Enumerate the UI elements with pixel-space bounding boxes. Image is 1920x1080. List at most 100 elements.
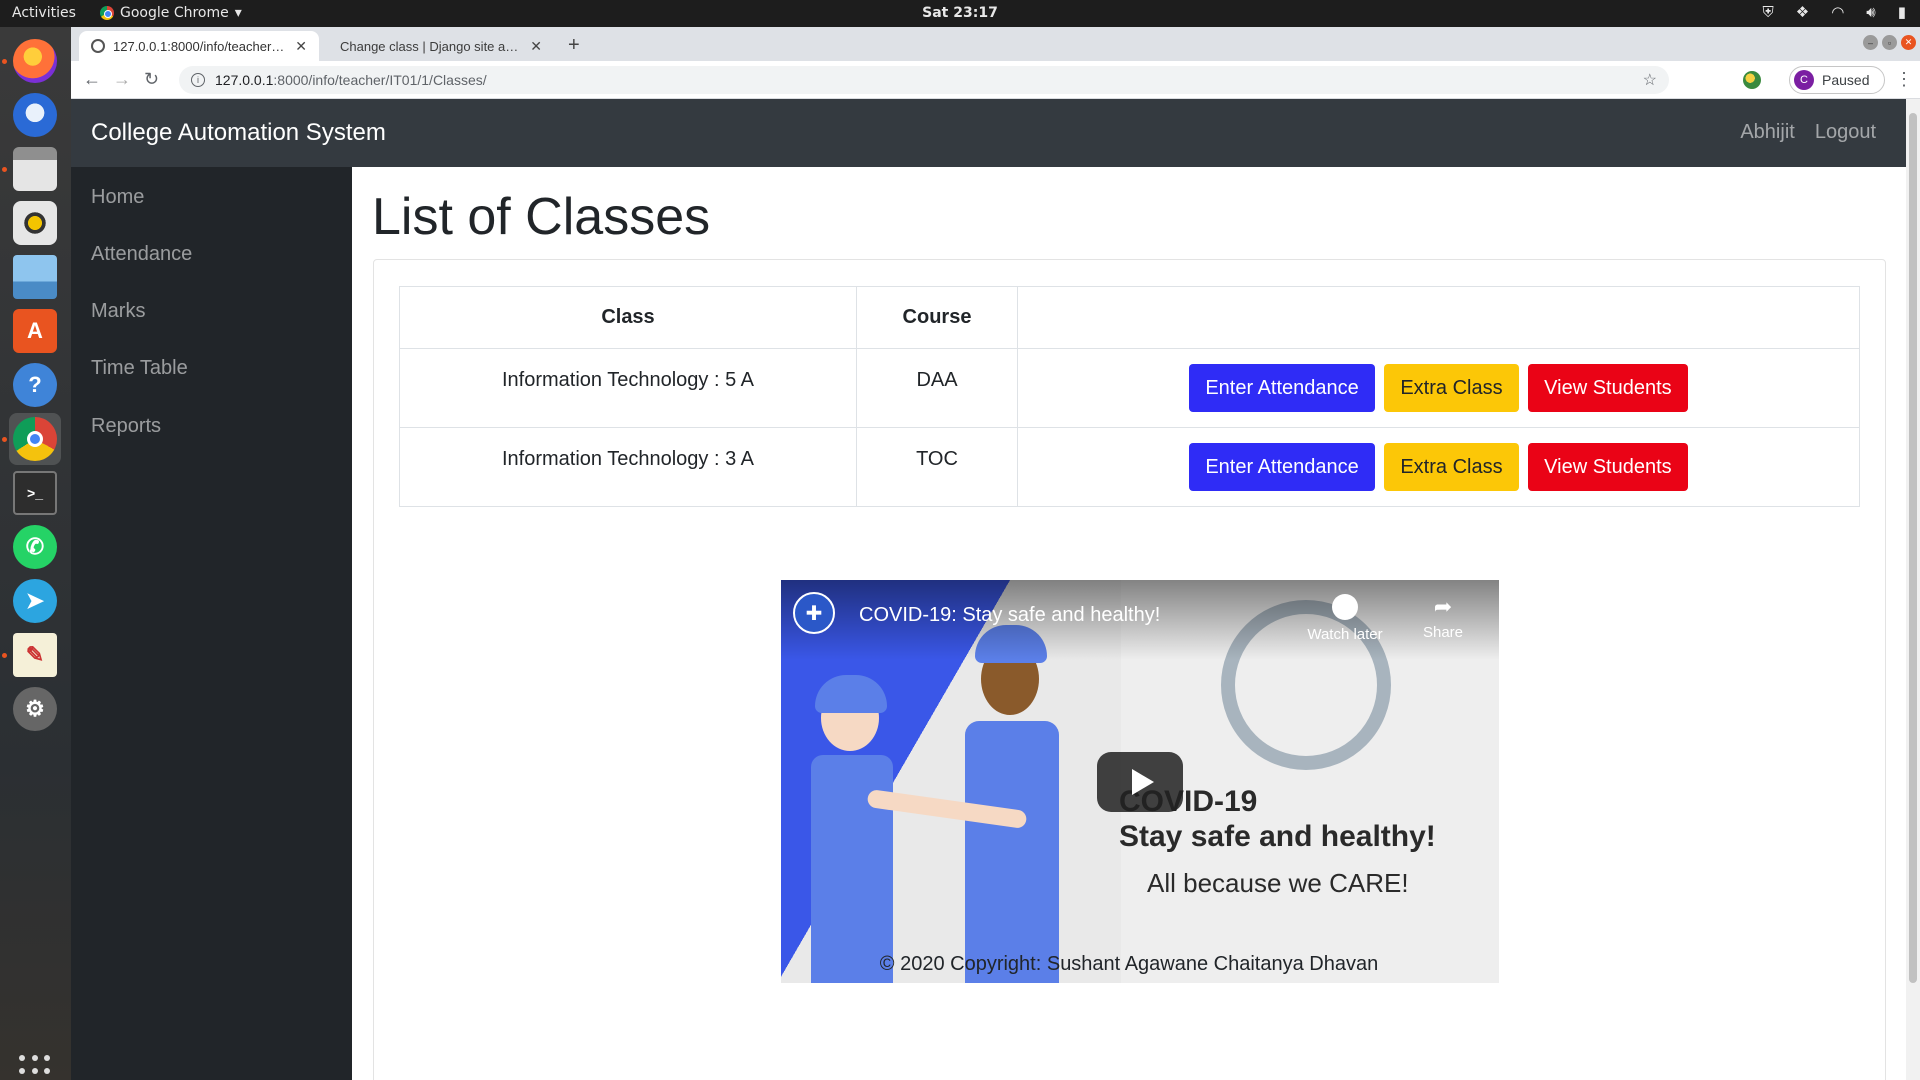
rhythmbox-launcher[interactable] [9,197,61,249]
scrollbar-thumb[interactable] [1909,113,1917,983]
battery-icon[interactable]: ▮ [1898,3,1906,21]
extra-class-button[interactable]: Extra Class [1384,443,1519,491]
tab-title: 127.0.0.1:8000/info/teacher/IT01/1/Class… [113,38,287,54]
new-tab-button[interactable]: + [568,34,580,57]
browser-window: 127.0.0.1:8000/info/teacher/IT01/1/Class… [71,27,1920,1080]
tab-title: Change class | Django site admin [340,38,523,54]
menu-kebab-icon[interactable]: ⋮ [1895,69,1913,90]
text-editor-launcher[interactable]: ✎ [9,629,61,681]
class-cell: Information Technology : 3 A [399,427,857,507]
video-subheadline: Stay safe and healthy! [1119,820,1436,853]
channel-logo-icon[interactable]: ✚ [793,592,835,634]
extra-class-button[interactable]: Extra Class [1384,364,1519,412]
table-row: Information Technology : 3 A TOC Enter A… [399,427,1860,507]
sidebar-item-time-table[interactable]: Time Table [91,357,188,380]
address-bar[interactable]: i 127.0.0.1:8000/info/teacher/IT01/1/Cla… [179,66,1669,94]
play-button[interactable] [1097,752,1183,812]
settings-launcher[interactable]: ⚙ [9,683,61,735]
extension-icon[interactable] [1743,71,1761,89]
help-launcher[interactable]: ? [9,359,61,411]
chrome-launcher[interactable] [9,413,61,465]
forward-arrow-icon[interactable]: → [113,69,131,90]
firefox-icon [13,39,57,83]
firefox-launcher[interactable] [9,35,61,87]
page-scrollbar[interactable] [1906,99,1920,1080]
telegram-icon: ➤ [13,579,57,623]
browser-toolbar: ← → ↻ i 127.0.0.1:8000/info/teacher/IT01… [71,61,1920,99]
youtube-embed[interactable]: ✚ COVID-19: Stay safe and healthy! Watch… [781,580,1499,983]
user-link[interactable]: Abhijit [1740,121,1794,144]
show-apps-icon[interactable] [19,1055,51,1080]
view-students-button[interactable]: View Students [1528,443,1688,491]
terminal-launcher[interactable]: >_ [9,467,61,519]
notepad-icon: ✎ [13,633,57,677]
site-brand[interactable]: College Automation System [91,119,386,147]
maximize-icon[interactable]: ▫ [1882,35,1897,50]
thunderbird-launcher[interactable] [9,89,61,141]
url-host: 127.0.0.1 [215,72,274,88]
enter-attendance-button[interactable]: Enter Attendance [1189,364,1375,412]
page-favicon-icon [91,39,105,53]
speaker-icon [13,201,57,245]
files-launcher[interactable] [9,143,61,195]
enter-attendance-button[interactable]: Enter Attendance [1189,443,1375,491]
info-icon[interactable]: i [191,73,205,87]
classes-table: Class Course Information Technology : 5 … [399,286,1860,507]
watch-later-label: Watch later [1307,626,1383,643]
chrome-icon [13,417,57,461]
share-button[interactable]: ➦ Share [1403,594,1483,641]
course-cell: TOC [856,427,1018,507]
tab-django-admin[interactable]: Change class | Django site admin ✕ [328,31,554,61]
dock: A ? >_ ✆ ➤ ✎ ⚙ [0,27,71,1080]
os-top-bar: Activities Google Chrome ▾ Sat 23:17 ⛨ ❖… [0,0,1920,27]
close-tab-icon[interactable]: ✕ [295,38,307,55]
sidebar-item-home[interactable]: Home [91,186,144,209]
shopping-bag-icon: A [13,309,57,353]
running-indicator [2,437,7,442]
image-icon [13,255,57,299]
sidebar-item-marks[interactable]: Marks [91,300,145,323]
wifi-icon[interactable]: ◠ [1831,3,1844,21]
back-arrow-icon[interactable]: ← [83,69,101,90]
help-icon: ? [13,363,57,407]
profile-status: Paused [1822,72,1870,88]
logout-link[interactable]: Logout [1815,121,1876,144]
url-text: 127.0.0.1:8000/info/teacher/IT01/1/Class… [215,72,487,88]
volume-icon[interactable]: 🔊︎ [1866,3,1875,21]
view-students-button[interactable]: View Students [1528,364,1688,412]
dropbox-icon[interactable]: ❖ [1796,3,1809,21]
file-cabinet-icon [13,147,57,191]
running-indicator [2,167,7,172]
profile-button[interactable]: C Paused [1789,66,1885,94]
sidebar-item-reports[interactable]: Reports [91,415,161,438]
mail-icon [13,93,57,137]
system-clock[interactable]: Sat 23:17 [0,5,1920,21]
class-cell: Information Technology : 5 A [399,348,857,428]
copyright-footer: © 2020 Copyright: Sushant Agawane Chaita… [879,953,1379,975]
running-indicator [2,59,7,64]
course-cell: DAA [856,348,1018,428]
page-title: List of Classes [372,188,711,246]
telegram-launcher[interactable]: ➤ [9,575,61,627]
whatsapp-launcher[interactable]: ✆ [9,521,61,573]
image-viewer-launcher[interactable] [9,251,61,303]
sidebar-item-attendance[interactable]: Attendance [91,243,192,266]
watch-later-button[interactable]: Watch later [1295,594,1395,643]
reload-icon[interactable]: ↻ [144,69,159,90]
table-header-row: Class Course [399,286,1860,349]
table-row: Information Technology : 5 A DAA Enter A… [399,348,1860,428]
minimize-icon[interactable]: – [1863,35,1878,50]
bookmark-star-icon[interactable]: ☆ [1643,70,1657,90]
column-header-course: Course [856,286,1018,349]
shield-icon[interactable]: ⛨ [1762,3,1773,21]
url-path: :8000/info/teacher/IT01/1/Classes/ [273,72,487,88]
video-tagline: All because we CARE! [1147,868,1409,898]
sidebar: Home Attendance Marks Time Table Reports [71,167,352,1080]
tab-classes[interactable]: 127.0.0.1:8000/info/teacher/IT01/1/Class… [79,31,319,61]
system-tray[interactable]: ⛨ ❖ ◠ 🔊︎ ▮ [1762,3,1906,21]
close-tab-icon[interactable]: ✕ [530,38,542,55]
software-launcher[interactable]: A [9,305,61,357]
navbar-right: Abhijit Logout [1740,121,1876,144]
video-title[interactable]: COVID-19: Stay safe and healthy! [859,604,1160,627]
close-window-icon[interactable]: ✕ [1901,35,1916,50]
